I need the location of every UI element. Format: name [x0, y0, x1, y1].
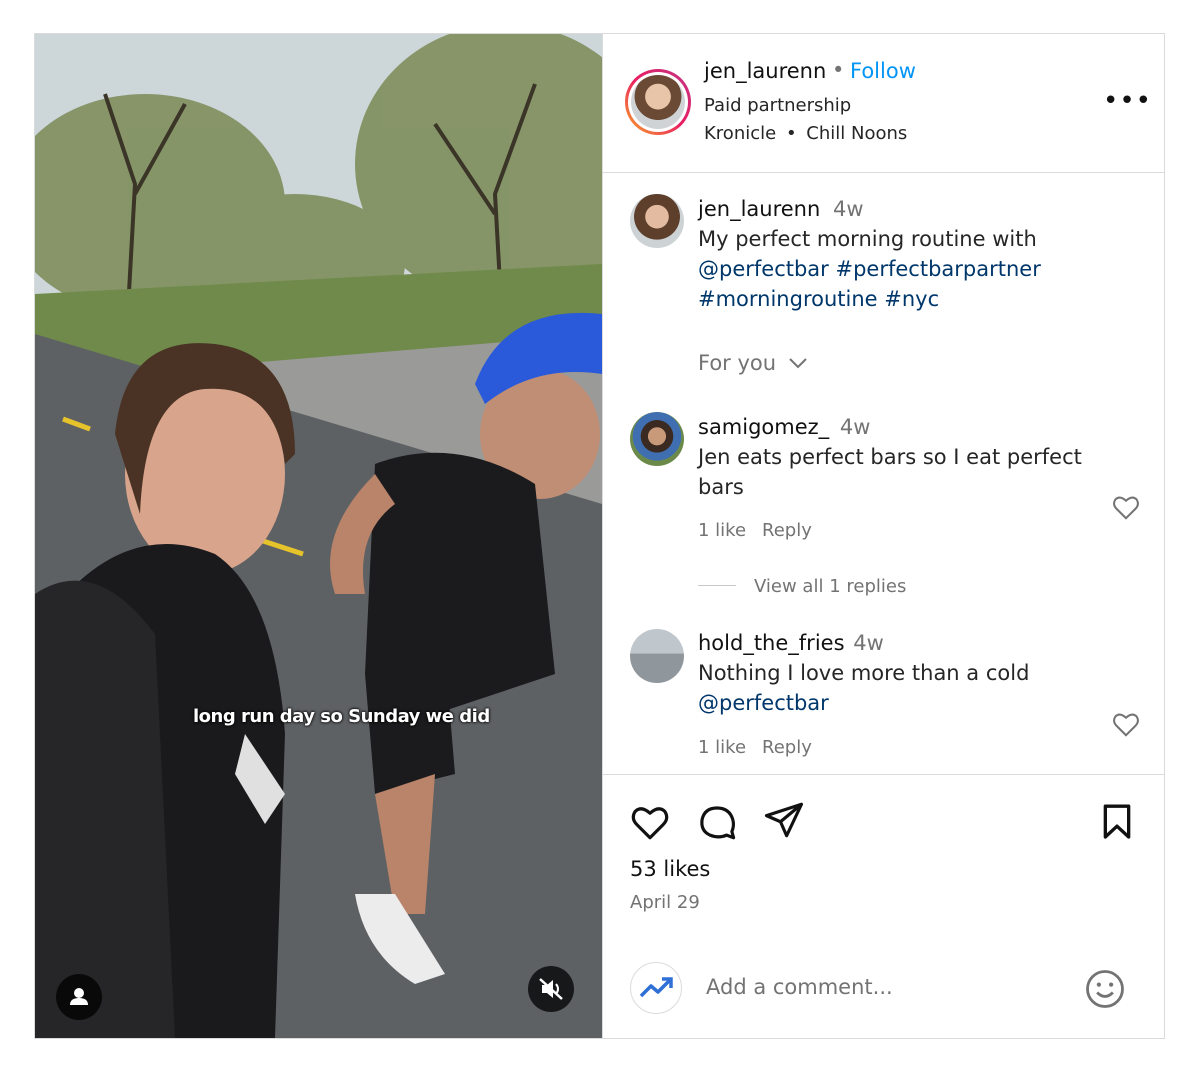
commenter-avatar[interactable] [630, 412, 684, 466]
caption-mention[interactable]: @perfectbar [698, 257, 829, 281]
caption-avatar[interactable] [630, 194, 684, 248]
for-you-label: For you [698, 351, 777, 375]
more-options-button[interactable]: ••• [1103, 88, 1152, 114]
comments-section: jen_laurenn 4w My perfect morning routin… [603, 173, 1164, 774]
comment-text: Jen eats perfect bars so I eat perfect b… [698, 445, 1082, 499]
comment: hold_the_fries 4w Nothing I love more th… [698, 628, 1098, 718]
comment-username[interactable]: hold_the_fries [698, 631, 845, 655]
trend-logo-icon [639, 977, 673, 998]
add-comment-bar: Add a comment... [603, 941, 1164, 1039]
comment-reply-button[interactable]: Reply [762, 520, 812, 541]
like-heart-icon[interactable] [629, 801, 671, 843]
comment-like-heart-icon[interactable] [1111, 709, 1141, 739]
caption-hashtag[interactable]: #perfectbarpartner [836, 257, 1041, 281]
comment-mention[interactable]: @perfectbar [698, 691, 829, 715]
current-user-avatar[interactable] [630, 962, 682, 1014]
author-avatar[interactable] [625, 69, 691, 135]
audio-separator: • [785, 123, 797, 144]
caption-hashtag[interactable]: #morningroutine [698, 287, 878, 311]
follow-button[interactable]: Follow [850, 59, 916, 83]
post-caption: jen_laurenn 4w My perfect morning routin… [698, 194, 1098, 314]
share-paper-plane-icon[interactable] [763, 799, 805, 841]
add-comment-input[interactable]: Add a comment... [706, 975, 893, 999]
comment-likes[interactable]: 1 like [698, 520, 746, 541]
caption-hashtag[interactable]: #nyc [884, 287, 939, 311]
chevron-down-icon [789, 358, 807, 369]
comment-username[interactable]: samigomez_ [698, 415, 829, 439]
comment-time: 4w [839, 415, 871, 439]
caption-time: 4w [832, 197, 864, 221]
post-date[interactable]: April 29 [630, 892, 700, 913]
post-header: jen_laurenn • Follow Paid partnership Kr… [603, 34, 1164, 173]
video-caption-overlay: long run day so Sunday we did [193, 706, 490, 727]
comment-text: Nothing I love more than a cold [698, 661, 1030, 685]
emoji-smiley-icon[interactable] [1084, 968, 1126, 1010]
likes-count[interactable]: 53 likes [630, 857, 710, 881]
mute-button[interactable] [528, 966, 574, 1012]
audio-artist[interactable]: Kronicle [704, 123, 776, 144]
comment-time: 4w [853, 631, 884, 655]
commenter-avatar[interactable] [630, 629, 684, 683]
video-frame [35, 34, 602, 1038]
follow-separator: • [832, 58, 845, 82]
speaker-muted-icon [539, 978, 563, 1000]
user-icon [70, 988, 88, 1005]
post-video[interactable]: long run day so Sunday we did [35, 34, 602, 1038]
avatar-photo [631, 75, 685, 129]
replies-divider [698, 585, 736, 586]
audio-info[interactable]: Kronicle • Chill Noons [704, 123, 907, 144]
post-actions: 53 likes April 29 Add a comment... [603, 774, 1164, 1039]
comment-reply-button[interactable]: Reply [762, 737, 812, 758]
save-bookmark-icon[interactable] [1097, 801, 1137, 843]
caption-username[interactable]: jen_laurenn [698, 197, 820, 221]
tagged-users-button[interactable] [56, 974, 102, 1020]
comment-likes[interactable]: 1 like [698, 737, 746, 758]
paid-partnership-label[interactable]: Paid partnership [704, 95, 851, 116]
post-card: long run day so Sunday we did jen_lauren… [34, 33, 1165, 1039]
comment-like-heart-icon[interactable] [1111, 492, 1141, 522]
caption-text: My perfect morning routine with [698, 227, 1037, 251]
view-replies-button[interactable]: View all 1 replies [754, 576, 906, 597]
comment-bubble-icon[interactable] [696, 801, 738, 843]
post-sidebar: jen_laurenn • Follow Paid partnership Kr… [602, 34, 1164, 1038]
audio-title[interactable]: Chill Noons [806, 123, 907, 144]
author-username[interactable]: jen_laurenn [704, 59, 826, 83]
comment: samigomez_ 4w Jen eats perfect bars so I… [698, 412, 1098, 502]
for-you-toggle[interactable]: For you [698, 351, 809, 375]
